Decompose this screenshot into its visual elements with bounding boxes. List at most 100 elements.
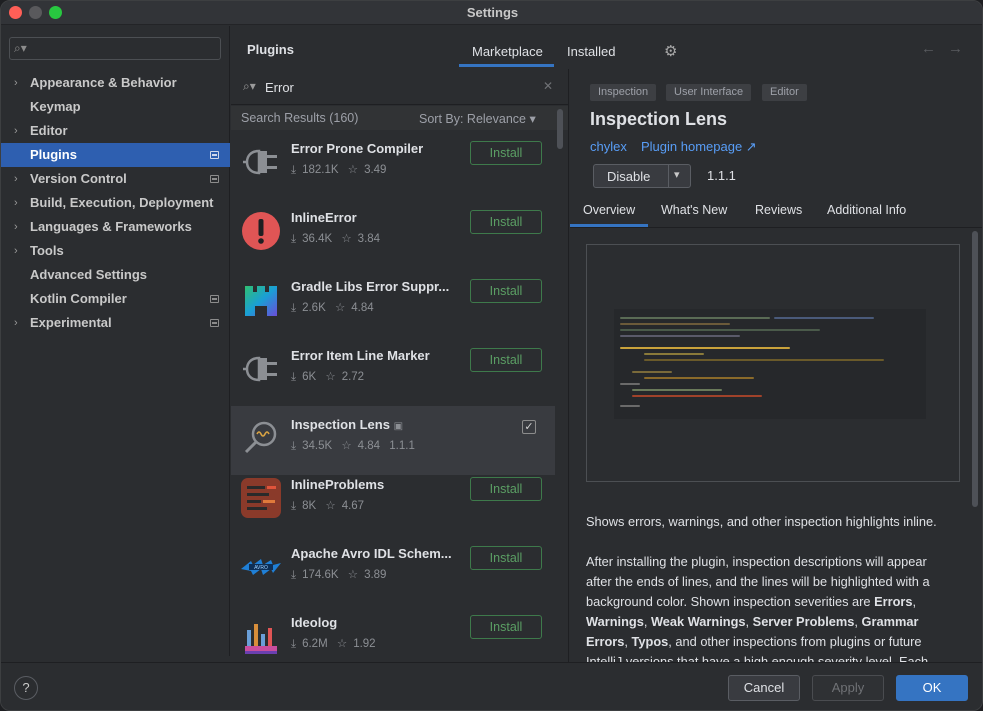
severity-typos: Typos bbox=[631, 634, 669, 649]
install-button[interactable]: Install bbox=[470, 348, 542, 372]
sidebar-item-label: Experimental bbox=[30, 315, 112, 330]
tab-reviews[interactable]: Reviews bbox=[755, 203, 802, 217]
project-settings-icon bbox=[210, 151, 219, 159]
plugin-homepage-link[interactable]: Plugin homepage ↗ bbox=[641, 139, 757, 155]
sidebar-search-input[interactable]: ⌕▾ bbox=[9, 37, 221, 60]
tab-additional-info[interactable]: Additional Info bbox=[827, 203, 906, 217]
plugin-row-error-item-line-marker[interactable]: Error Item Line Marker ⤓ 6K ☆ 2.72 Install bbox=[231, 337, 555, 406]
tag-user-interface[interactable]: User Interface bbox=[666, 84, 752, 101]
chevron-right-icon[interactable]: › bbox=[14, 119, 18, 143]
sidebar-item-kotlin-compiler[interactable]: Kotlin Compiler bbox=[1, 287, 230, 311]
download-count: 2.6K bbox=[302, 302, 326, 314]
sidebar-item-label: Tools bbox=[30, 243, 64, 258]
sidebar-item-editor[interactable]: › Editor bbox=[1, 119, 230, 143]
disable-label: Disable bbox=[607, 169, 651, 184]
code-line bbox=[620, 335, 740, 337]
plugin-stats: ⤓ 36.4K ☆ 3.84 bbox=[291, 231, 386, 246]
plugin-row-inspection-lens[interactable]: Inspection Lens ▣ ⤓ 34.5K ☆ 4.84 1.1.1 ✓ bbox=[231, 406, 555, 475]
chevron-right-icon[interactable]: › bbox=[14, 71, 18, 95]
plugin-row-gradle-libs-error-suppressor[interactable]: Gradle Libs Error Suppr... ⤓ 2.6K ☆ 4.84 I… bbox=[231, 268, 555, 337]
plugin-screenshot[interactable] bbox=[586, 244, 960, 482]
plugin-row-ideolog[interactable]: Ideolog ⤓ 6.2M ☆ 1.92 Install bbox=[231, 604, 555, 662]
dialog-footer: ? Cancel Apply OK bbox=[1, 662, 982, 710]
plugin-name: Error Prone Compiler bbox=[291, 141, 424, 156]
plugin-search-input[interactable] bbox=[265, 77, 535, 97]
chevron-right-icon[interactable]: › bbox=[14, 215, 18, 239]
help-button[interactable]: ? bbox=[14, 676, 38, 700]
download-icon: ⤓ bbox=[291, 164, 297, 176]
tag-inspection[interactable]: Inspection bbox=[590, 84, 657, 101]
plugin-stats: ⤓ 34.5K ☆ 4.84 1.1.1 bbox=[291, 438, 421, 453]
list-scrollbar[interactable] bbox=[557, 109, 563, 149]
disable-button[interactable]: Disable ▾ bbox=[593, 164, 691, 188]
sidebar-item-label: Appearance & Behavior bbox=[30, 75, 177, 90]
description-line: after the ends of lines, and the lines w… bbox=[586, 574, 930, 589]
sidebar-item-label: Plugins bbox=[30, 147, 77, 162]
chevron-right-icon[interactable]: › bbox=[14, 191, 18, 215]
download-icon: ⤓ bbox=[291, 500, 297, 512]
apply-button[interactable]: Apply bbox=[812, 675, 884, 701]
star-icon: ☆ bbox=[325, 500, 336, 512]
plug-icon bbox=[243, 149, 277, 175]
cancel-button[interactable]: Cancel bbox=[728, 675, 800, 701]
install-button[interactable]: Install bbox=[470, 279, 542, 303]
tab-whats-new[interactable]: What's New bbox=[661, 203, 727, 217]
code-line bbox=[620, 317, 770, 319]
results-count: Search Results (160) bbox=[241, 111, 359, 125]
plugin-row-error-prone-compiler[interactable]: Error Prone Compiler ⤓ 182.1K ☆ 3.49 Insta… bbox=[231, 130, 555, 199]
window-title: Settings bbox=[466, 5, 519, 20]
ok-button[interactable]: OK bbox=[896, 675, 968, 701]
install-button[interactable]: Install bbox=[470, 477, 542, 501]
plugin-row-inlineproblems[interactable]: InlineProblems ⤓ 8K ☆ 4.67 Install bbox=[231, 466, 555, 535]
enabled-checkbox[interactable]: ✓ bbox=[522, 420, 536, 434]
chevron-down-icon[interactable]: ▾ bbox=[674, 168, 680, 181]
sidebar-item-languages-frameworks[interactable]: › Languages & Frameworks bbox=[1, 215, 230, 239]
detail-scrollbar[interactable] bbox=[972, 231, 978, 507]
code-line bbox=[620, 383, 640, 385]
sidebar-item-advanced-settings[interactable]: Advanced Settings bbox=[1, 263, 230, 287]
clear-search-icon[interactable]: ✕ bbox=[543, 79, 553, 93]
gear-icon[interactable]: ⚙ bbox=[664, 42, 677, 60]
results-header: Search Results (160) Sort By: Relevance … bbox=[231, 106, 568, 130]
gradle-icon bbox=[245, 286, 277, 316]
plugin-stats: ⤓ 182.1K ☆ 3.49 bbox=[291, 162, 392, 177]
tab-marketplace[interactable]: Marketplace bbox=[472, 44, 543, 59]
star-icon: ☆ bbox=[325, 371, 336, 383]
exclamation-icon bbox=[242, 212, 280, 250]
severity-grammar: Grammar bbox=[861, 614, 919, 629]
install-button[interactable]: Install bbox=[470, 141, 542, 165]
plugin-search-bar: ⌕▾ ✕ bbox=[231, 69, 568, 105]
tab-overview[interactable]: Overview bbox=[583, 203, 635, 217]
star-icon: ☆ bbox=[336, 638, 348, 650]
forward-arrow-icon[interactable]: → bbox=[948, 40, 963, 57]
sidebar-item-tools[interactable]: › Tools bbox=[1, 239, 230, 263]
sidebar-item-experimental[interactable]: › Experimental bbox=[1, 311, 230, 335]
sidebar-item-keymap[interactable]: Keymap bbox=[1, 95, 230, 119]
chevron-right-icon[interactable]: › bbox=[14, 311, 18, 335]
chevron-right-icon[interactable]: › bbox=[14, 239, 18, 263]
sort-dropdown[interactable]: Sort By: Relevance ▾ bbox=[419, 111, 536, 126]
install-button[interactable]: Install bbox=[470, 546, 542, 570]
sidebar-item-build-execution-deployment[interactable]: › Build, Execution, Deployment bbox=[1, 191, 230, 215]
search-icon: ⌕▾ bbox=[243, 79, 256, 93]
plugin-row-inlineerror[interactable]: InlineError ⤓ 36.4K ☆ 3.84 Install bbox=[231, 199, 555, 268]
tag-editor[interactable]: Editor bbox=[762, 84, 807, 101]
chevron-down-icon: ▾ bbox=[529, 112, 536, 126]
tab-installed[interactable]: Installed bbox=[567, 44, 615, 59]
back-arrow-icon[interactable]: ← bbox=[921, 40, 936, 57]
description-line: Warnings, Weak Warnings, Server Problems… bbox=[586, 614, 919, 629]
code-line bbox=[632, 389, 722, 391]
vendor-link[interactable]: chylex bbox=[590, 139, 627, 154]
sidebar-item-plugins[interactable]: Plugins bbox=[1, 143, 230, 167]
plugin-name: InlineError bbox=[291, 210, 357, 225]
sidebar-item-appearance-behavior[interactable]: › Appearance & Behavior bbox=[1, 71, 230, 95]
sidebar-item-version-control[interactable]: › Version Control bbox=[1, 167, 230, 191]
download-icon: ⤓ bbox=[291, 302, 297, 314]
install-button[interactable]: Install bbox=[470, 615, 542, 639]
chevron-right-icon[interactable]: › bbox=[14, 167, 18, 191]
plugin-name: InlineProblems bbox=[291, 477, 385, 492]
plugin-list-pane: ⌕▾ ✕ Search Results (160) Sort By: Relev… bbox=[231, 69, 569, 662]
install-button[interactable]: Install bbox=[470, 210, 542, 234]
plugin-row-apache-avro-idl[interactable]: AVRO Apache Avro IDL Schem... ⤓ 174.6K ☆ 3… bbox=[231, 535, 555, 604]
download-icon: ⤓ bbox=[291, 233, 297, 245]
